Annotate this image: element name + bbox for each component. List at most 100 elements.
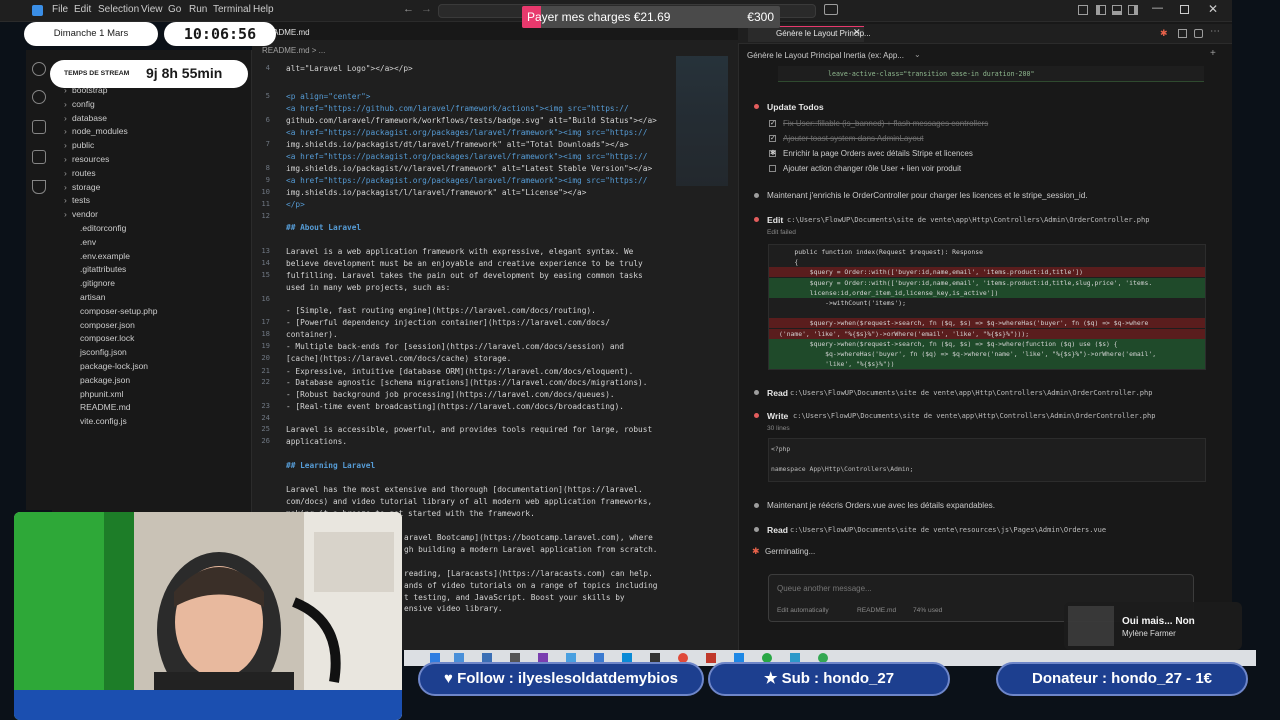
tree-item-label: vite.config.js [80, 416, 127, 427]
session-title[interactable]: Génère le Layout Principal Inertia (ex: … [747, 51, 904, 60]
code-line: - [Robust background job processing](htt… [286, 390, 615, 399]
diff-line: $q->whereHas('buyer', fn ($q) => $q->whe… [769, 349, 1205, 359]
menu-run[interactable]: Run [189, 4, 207, 15]
file-item[interactable]: jsconfig.json [52, 346, 250, 359]
tree-item-label: package.json [80, 374, 131, 385]
forward-arrow-icon[interactable]: → [421, 3, 432, 15]
edit-mode-toggle[interactable]: Edit automatically [777, 607, 829, 614]
toggle-sidebar-icon[interactable] [1096, 5, 1106, 15]
diff-line: $query->when($request->search, fn ($q, $… [769, 338, 1205, 349]
menu-view[interactable]: View [141, 4, 163, 15]
donor-text: Donateur : hondo_27 - 1€ [1031, 670, 1213, 687]
close-tab-icon[interactable]: ✕ [853, 27, 861, 38]
search-icon[interactable] [32, 62, 46, 76]
split-editor-icon[interactable] [1178, 29, 1187, 38]
back-arrow-icon[interactable]: ← [403, 3, 414, 15]
layout-icon[interactable] [1078, 5, 1088, 15]
write-file-path[interactable]: c:\Users\FlowUP\Documents\site de vente\… [793, 412, 1155, 420]
folder-item[interactable]: › tests [52, 194, 250, 207]
folder-item[interactable]: › storage [52, 181, 250, 194]
diff-view: public function index(Request $request):… [768, 244, 1206, 370]
file-item[interactable]: README.md [52, 401, 250, 414]
code-line: - [Powerful dependency injection contain… [286, 318, 610, 327]
code-line: <p align="center"> [286, 92, 371, 101]
diff-line [769, 308, 1205, 318]
toggle-panel-icon[interactable] [1112, 5, 1122, 15]
file-item[interactable]: package.json [52, 374, 250, 387]
file-item[interactable]: package-lock.json [52, 360, 250, 373]
file-item[interactable]: composer.json [52, 319, 250, 332]
toggle-secondary-sidebar-icon[interactable] [1128, 5, 1138, 15]
testing-icon[interactable] [32, 180, 46, 194]
folder-item[interactable]: › database [52, 112, 250, 125]
menu-selection[interactable]: Selection [98, 4, 139, 15]
file-item[interactable]: phpunit.xml [52, 388, 250, 401]
tree-item-label: .gitattributes [80, 264, 127, 275]
status-dot [754, 390, 759, 395]
menu-go[interactable]: Go [168, 4, 181, 15]
folder-item[interactable]: › node_modules [52, 125, 250, 138]
new-chat-icon[interactable]: + [1210, 48, 1216, 59]
file-item[interactable]: vite.config.js [52, 415, 250, 428]
read-file-path[interactable]: c:\Users\FlowUP\Documents\site de vente\… [790, 389, 1152, 397]
file-item[interactable]: .gitattributes [52, 263, 250, 276]
diff-line: license:id,order_item_id,license_key,is_… [769, 287, 1205, 298]
source-control-icon[interactable] [32, 90, 46, 104]
line-number: 17 [261, 317, 270, 326]
folder-item[interactable]: › public [52, 139, 250, 152]
date-text: Dimanche 1 Mars [53, 28, 129, 39]
minimap[interactable] [676, 56, 728, 186]
menu-help[interactable]: Help [253, 4, 274, 15]
chevron-down-icon[interactable]: ⌄ [914, 50, 921, 59]
file-item[interactable]: .env.example [52, 250, 250, 263]
breadcrumb[interactable]: README.md > ... [262, 46, 325, 55]
chevron-right-icon: › [64, 112, 67, 123]
code-line: img.shields.io/packagist/v/laravel/frame… [286, 164, 653, 173]
folder-item[interactable]: › config [52, 98, 250, 111]
follow-text: Follow : ilyeslesoldatdemybios [457, 670, 678, 687]
code-line: reading, [Laracasts](https://laracasts.c… [404, 569, 653, 578]
tree-item-label: composer-setup.php [80, 305, 158, 316]
edit-file-path[interactable]: c:\Users\FlowUP\Documents\site de vente\… [787, 216, 1149, 224]
maximize-icon[interactable] [1180, 5, 1189, 14]
file-item[interactable]: .editorconfig [52, 222, 250, 235]
chevron-right-icon: › [64, 167, 67, 178]
stream-time-pill: TEMPS DE STREAM 9j 8h 55min [50, 60, 248, 88]
donation-goal-bar: Payer mes charges €21.69 €300 [522, 6, 780, 28]
context-file-chip[interactable]: README.md [857, 607, 896, 614]
explorer-panel: › bootstrap › config › database › node_modules ›… [52, 50, 252, 520]
line-number: 10 [261, 187, 270, 196]
minimize-icon[interactable]: — [1152, 2, 1163, 14]
folder-item[interactable]: › routes [52, 167, 250, 180]
code-line: Laravel has the most extensive and thoro… [286, 485, 643, 494]
app-icon[interactable] [706, 653, 716, 663]
more-actions-icon[interactable]: ⋯ [1210, 26, 1220, 37]
sparkle-icon[interactable]: ✱ [1160, 28, 1168, 39]
copilot-icon[interactable] [824, 4, 838, 15]
file-item[interactable]: composer.lock [52, 332, 250, 345]
spinner-icon: ✱ [752, 546, 760, 556]
todo-item: Ajouter toast system dans AdminLayout [783, 134, 924, 143]
extensions-icon[interactable] [32, 150, 46, 164]
chat-input[interactable] [777, 581, 1077, 595]
line-number: 25 [261, 424, 270, 433]
run-debug-icon[interactable] [32, 120, 46, 134]
diff-line: ->withCount('items'); [779, 299, 906, 307]
file-item[interactable]: .env [52, 236, 250, 249]
folder-item[interactable]: › resources [52, 153, 250, 166]
menu-edit[interactable]: Edit [74, 4, 91, 15]
donation-goal-label: Payer mes charges €21.69 [527, 10, 671, 24]
file-item[interactable]: artisan [52, 291, 250, 304]
code-line: alt="Laravel Logo"></a></p> [286, 64, 413, 73]
tree-item-label: config [72, 98, 95, 109]
code-line: <a href="https://github.com/laravel/fram… [286, 104, 629, 113]
menu-terminal[interactable]: Terminal [213, 4, 251, 15]
read-file-path-2[interactable]: c:\Users\FlowUP\Documents\site de vente\… [790, 526, 1106, 534]
close-window-icon[interactable]: ✕ [1208, 2, 1218, 16]
folder-item[interactable]: › vendor [52, 208, 250, 221]
lock-icon[interactable] [1194, 29, 1203, 38]
file-item[interactable]: composer-setup.php [52, 305, 250, 318]
file-item[interactable]: .gitignore [52, 277, 250, 290]
code-line: [cache](https://laravel.com/docs/cache) … [286, 354, 512, 363]
menu-file[interactable]: File [52, 4, 68, 15]
